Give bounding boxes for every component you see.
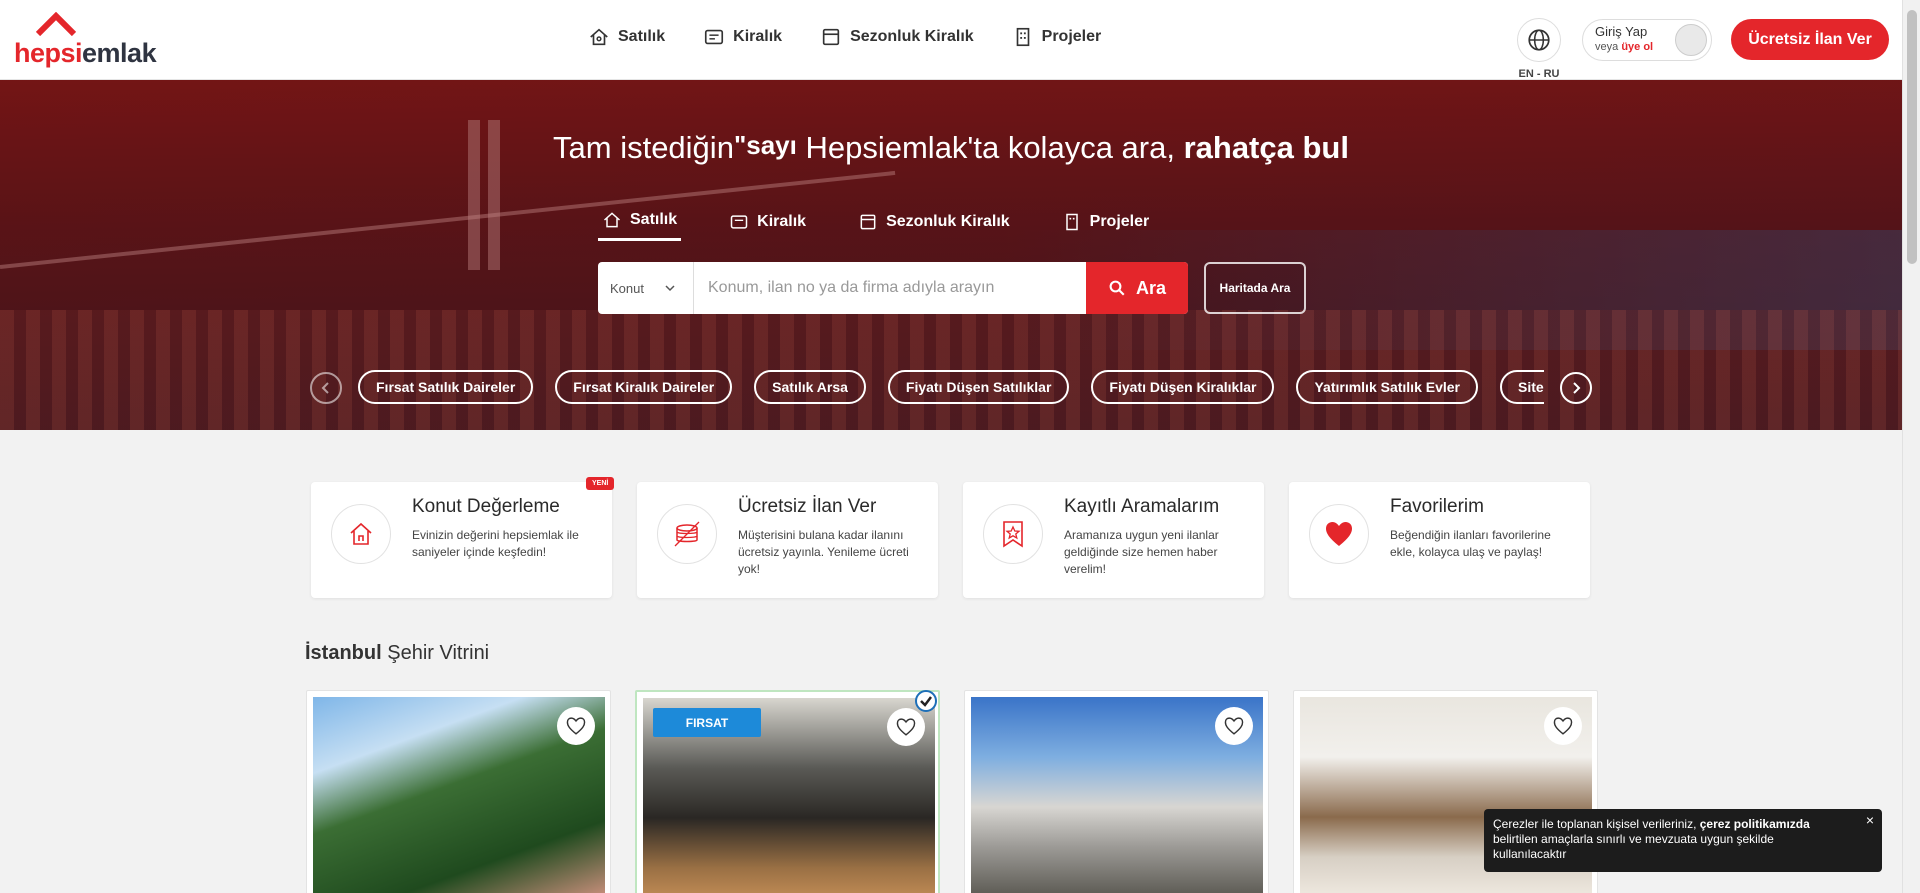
hero-search-section: Tam istediğin"sayı Hepsiemlak'ta kolayca… (0, 80, 1902, 430)
tab-sezonluk-kiralik[interactable]: Sezonluk Kiralık (854, 210, 1014, 241)
carousel-next-button[interactable] (1560, 372, 1592, 404)
post-free-listing-button[interactable]: Ücretsiz İlan Ver (1731, 19, 1889, 60)
heart-outline-icon (1553, 717, 1573, 735)
nav-label: Sezonluk Kiralık (850, 28, 974, 45)
chevron-left-icon (321, 382, 329, 394)
listing-image[interactable]: FIRSAT (643, 698, 935, 893)
quick-filter-pill[interactable]: Fırsat Satılık Daireler (358, 370, 534, 404)
hero-rotating-word: "sayı (733, 130, 797, 160)
opportunity-badge: FIRSAT (653, 708, 761, 737)
nav-label: Kiralık (733, 28, 783, 45)
heart-outline-icon (1224, 717, 1244, 735)
roof-icon (36, 12, 76, 36)
map-search-button[interactable]: Haritada Ara (1204, 262, 1306, 314)
language-label: EN - RU (1518, 68, 1560, 80)
tab-projeler[interactable]: Projeler (1058, 210, 1154, 241)
quick-filter-pill[interactable]: Fiyatı Düşen Kiralıklar (1091, 370, 1275, 404)
new-badge: YENİ (586, 477, 615, 490)
quick-filter-carousel: Fırsat Satılık Daireler Fırsat Kiralık D… (310, 370, 1596, 406)
building-icon (1016, 27, 1029, 47)
search-button[interactable]: Ara (1086, 262, 1188, 314)
showcase-title: İstanbul Şehir Vitrini (305, 642, 490, 664)
bookmark-star-icon (1003, 521, 1023, 548)
verified-check-icon (915, 690, 937, 712)
key-list-icon (705, 29, 724, 45)
nav-projeler[interactable]: Projeler (1012, 26, 1102, 48)
listing-image[interactable] (971, 697, 1263, 893)
main-nav: Satılık Kiralık Sezonluk Kiralık Projele… (588, 26, 1101, 48)
house-value-icon (350, 522, 372, 545)
nav-satilik[interactable]: Satılık (588, 26, 665, 48)
search-input[interactable] (694, 262, 1086, 314)
cookie-notice: Çerezler ile toplanan kişisel verilerini… (1484, 809, 1882, 872)
feature-text: Müşterisini bulana kadar ilanını ücretsi… (738, 528, 909, 576)
chevron-right-icon (1573, 382, 1581, 394)
quick-filter-pill[interactable]: Yatırımlık Satılık Evler (1296, 370, 1478, 404)
house-tag-icon (604, 212, 620, 228)
logo-text-hepsi: hepsi (14, 38, 83, 68)
close-icon[interactable]: × (1866, 813, 1874, 828)
login-button[interactable]: Giriş Yap veya üye ol (1582, 19, 1712, 61)
heart-outline-icon (896, 718, 916, 736)
favorite-button[interactable] (1544, 707, 1582, 745)
page-scrollbar[interactable] (1902, 0, 1920, 893)
house-tag-icon (590, 28, 608, 46)
login-prefix: veya (1595, 41, 1619, 53)
favorite-button[interactable] (1215, 707, 1253, 745)
heart-icon (1326, 522, 1352, 546)
language-switch[interactable]: EN - RU (1516, 18, 1562, 80)
listing-image[interactable] (313, 697, 605, 893)
hepsiemlak-logo[interactable]: hepsiemlak (14, 12, 157, 68)
carousel-prev-button[interactable] (310, 372, 342, 404)
nav-label: Projeler (1041, 28, 1102, 45)
feature-card-saved-searches[interactable]: Kayıtlı Aramalarım Aramanıza uygun yeni … (963, 482, 1264, 598)
search-tabs: Satılık Kiralık Sezonluk Kiralık Projele… (598, 210, 1153, 241)
feature-card-valuation[interactable]: Konut Değerleme Evinizin değerini hepsie… (311, 477, 615, 598)
showcase-city: İstanbul (305, 642, 382, 664)
feature-card-free-listing[interactable]: Ücretsiz İlan Ver Müşterisini bulana kad… (637, 482, 938, 598)
site-header: hepsiemlak Satılık Kiralık Sezonluk Kira… (0, 0, 1902, 80)
listing-card[interactable] (964, 690, 1269, 893)
building-icon (1065, 213, 1078, 230)
search-icon (1109, 280, 1125, 296)
avatar-icon (1675, 24, 1707, 56)
listing-card-featured[interactable]: FIRSAT (635, 690, 940, 893)
feature-text: Evinizin değerini hepsiemlak ile saniyel… (412, 528, 579, 559)
register-link[interactable]: üye ol (1621, 41, 1653, 53)
cookie-policy-link[interactable]: çerez politikamızda (1700, 817, 1810, 831)
feature-card-favorites[interactable]: Favorilerim Beğendiğin ilanları favorile… (1289, 482, 1590, 598)
search-bar: Konut Ara (598, 262, 1188, 314)
nav-label: Satılık (618, 28, 666, 45)
quick-filter-pill[interactable]: Fiyatı Düşen Satılıklar (887, 370, 1070, 404)
hero-title: Tam istediğin"sayı Hepsiemlak'ta kolayca… (553, 130, 1349, 165)
favorite-button[interactable] (887, 708, 925, 746)
quick-filter-pill[interactable]: Satılık Arsa (754, 370, 866, 404)
quick-filter-pill[interactable]: Fırsat Kiralık Daireler (555, 370, 733, 404)
listing-showcase: FIRSAT (306, 690, 1598, 893)
feature-cards: Konut Değerleme Evinizin değerini hepsie… (311, 477, 1590, 598)
feature-title: Konut Değerleme (412, 496, 560, 517)
calendar-icon (860, 214, 876, 229)
tab-kiralik[interactable]: Kiralık (725, 210, 810, 241)
quick-filter-pill[interactable]: Site İçi (1500, 370, 1544, 404)
feature-title: Kayıtlı Aramalarım (1064, 496, 1220, 517)
nav-sezonluk-kiralik[interactable]: Sezonluk Kiralık (820, 26, 974, 48)
feature-text: Aramanıza uygun yeni ilanlar geldiğinde … (1064, 528, 1219, 576)
favorite-button[interactable] (557, 707, 595, 745)
key-list-icon (730, 214, 748, 229)
coins-icon (674, 521, 700, 547)
heart-outline-icon (566, 717, 586, 735)
nav-kiralik[interactable]: Kiralık (703, 26, 782, 48)
scrollbar-thumb[interactable] (1907, 10, 1917, 264)
property-type-select[interactable]: Konut (598, 262, 694, 314)
feature-text: Beğendiğin ilanları favorilerine ekle, k… (1390, 528, 1551, 559)
tab-satilik[interactable]: Satılık (598, 210, 682, 241)
feature-title: Ücretsiz İlan Ver (738, 496, 877, 517)
globe-icon (1528, 29, 1550, 51)
feature-title: Favorilerim (1390, 496, 1484, 517)
calendar-icon (822, 28, 840, 46)
chevron-down-icon (665, 285, 675, 292)
logo-text-emlak: emlak (82, 38, 157, 68)
listing-card[interactable] (306, 690, 611, 893)
